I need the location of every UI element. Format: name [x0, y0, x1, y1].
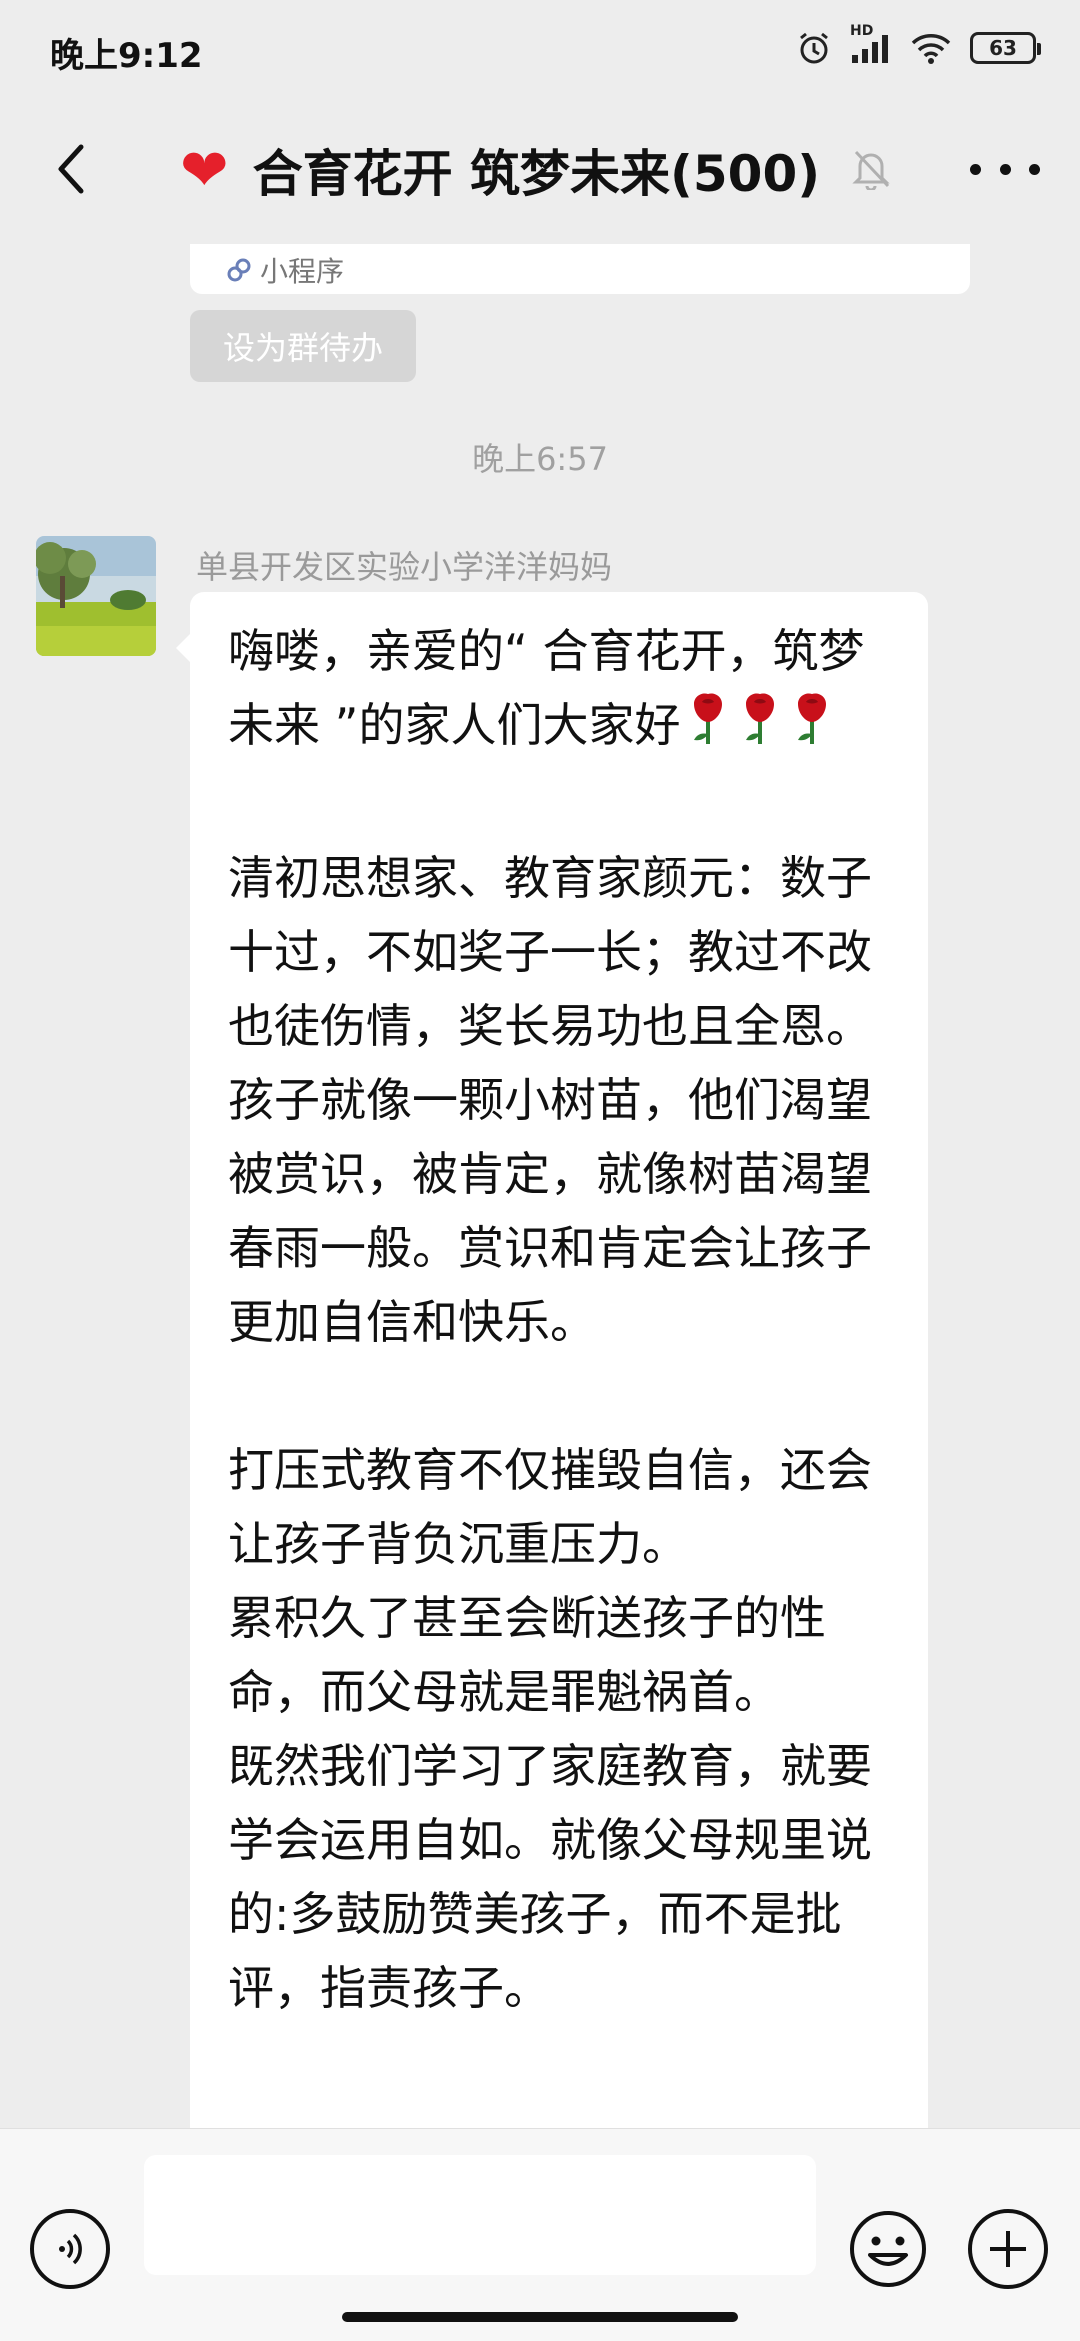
heart-emoji: ❤ — [180, 136, 229, 204]
mini-program-tag: 小程序 — [226, 250, 344, 290]
status-time: 晚上9:12 — [50, 36, 203, 76]
plus-button[interactable] — [968, 2209, 1048, 2289]
more-button[interactable] — [970, 144, 1040, 194]
message-paragraph: 累积久了甚至会断送孩子的性命，而父母就是罪魁祸首。 — [228, 1591, 826, 1719]
mini-program-label: 小程序 — [260, 255, 345, 288]
avatar[interactable] — [36, 536, 156, 656]
voice-icon — [59, 2233, 82, 2265]
sender-name: 单县开发区实验小学洋洋妈妈 — [196, 548, 613, 586]
more-icon-dot — [970, 163, 981, 175]
mini-program-icon — [227, 258, 251, 282]
rose-emoji — [788, 690, 836, 767]
back-button[interactable] — [36, 134, 106, 204]
signal-icon: HD — [850, 23, 892, 65]
more-icon-dot — [999, 163, 1011, 175]
status-bar: 晚上9:12 HD 63 — [0, 0, 1080, 96]
mute-bell-icon — [850, 146, 892, 194]
wifi-icon — [910, 31, 952, 65]
home-indicator[interactable] — [342, 2312, 738, 2322]
set-group-todo-button[interactable]: 设为群待办 — [190, 310, 416, 382]
battery-icon: 63 — [970, 32, 1041, 64]
message-text: 嗨喽，亲爱的“ 合育花开，筑梦未来 ”的家人们大家好 清初思想家、教育家颜元：数… — [228, 614, 908, 2025]
message-timestamp: 晚上6:57 — [472, 440, 608, 478]
message-paragraph — [228, 767, 908, 841]
more-icon-dot — [1029, 163, 1040, 175]
message-paragraph: 嗨喽，亲爱的“ 合育花开，筑梦未来 ”的家人们大家好 — [228, 614, 908, 767]
input-bar — [0, 2128, 1080, 2341]
emoji-icon — [850, 2211, 926, 2287]
back-icon — [58, 144, 84, 194]
mini-program-card[interactable]: 小程序 — [190, 244, 970, 294]
rose-emoji — [684, 690, 732, 767]
plus-icon — [990, 2231, 1026, 2267]
network-label: HD — [850, 23, 874, 39]
chat-title-area[interactable]: ❤ 合育花开 筑梦未来(500) — [180, 130, 892, 210]
emoji-button[interactable] — [848, 2209, 928, 2289]
rose-emoji — [736, 690, 784, 767]
battery-level: 63 — [989, 36, 1017, 60]
chat-title: 合育花开 筑梦未来(500) — [252, 145, 821, 203]
message-input[interactable] — [144, 2155, 816, 2275]
message-paragraph: 打压式教育不仅摧毁自信，还会让孩子背负沉重压力。 — [228, 1443, 872, 1571]
message-paragraph: 既然我们学习了家庭教育，就要学会运用自如。就像父母规里说的:多鼓励赞美孩子，而不… — [228, 1739, 872, 2015]
message-paragraph: 清初思想家、教育家颜元：数子十过，不如奖子一长；教过不改也徒伤情，奖长易功也且全… — [228, 851, 872, 1349]
message-paragraph — [228, 1359, 908, 1433]
status-icons: HD 63 — [796, 23, 1041, 70]
chat-area[interactable]: 小程序 设为群待办 晚上6:57 单县开发区实验小学洋洋妈妈 嗨喽，亲爱的“ 合… — [0, 244, 1080, 2128]
message-bubble[interactable]: 嗨喽，亲爱的“ 合育花开，筑梦未来 ”的家人们大家好 清初思想家、教育家颜元：数… — [176, 592, 928, 2128]
chat-header: ❤ 合育花开 筑梦未来(500) — [0, 96, 1080, 244]
voice-button[interactable] — [30, 2209, 110, 2289]
alarm-icon — [796, 30, 832, 66]
